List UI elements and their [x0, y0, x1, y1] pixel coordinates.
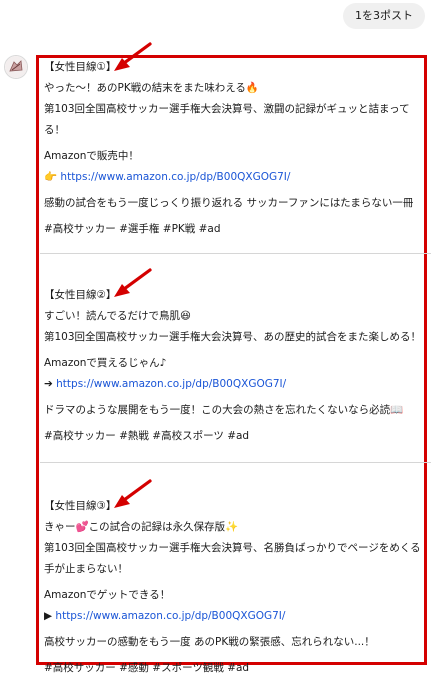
- amazon-link[interactable]: https://www.amazon.co.jp/dp/B00QXGOG7I/: [60, 171, 290, 183]
- user-message-bubble: 1を3ポスト: [343, 3, 425, 29]
- post-link-row: ➔ https://www.amazon.co.jp/dp/B00QXGOG7I…: [44, 374, 429, 395]
- post-hashtags: #高校サッカー #感動 #スポーツ観戦 #ad: [44, 662, 250, 674]
- post-line: きゃー💕この試合の記録は永久保存版✨: [44, 521, 239, 533]
- post-2: 【女性目線②】 すごい！読んでるだけで鳥肌😆 第103回全国高校サッカー選手権大…: [44, 285, 429, 447]
- post-comment: ドラマのような展開をもう一度！この大会の熱さを忘れたくないなら必読📖: [44, 404, 404, 416]
- post-divider: [40, 462, 431, 463]
- post-line: すごい！読んでるだけで鳥肌😆: [44, 310, 191, 322]
- post-line: やった〜！あのPK戦の結末をまた味わえる🔥: [44, 82, 259, 94]
- post-line: 第103回全国高校サッカー選手権大会決算号、あの歴史的試合をまた楽しめる！: [44, 331, 422, 343]
- amazon-link[interactable]: https://www.amazon.co.jp/dp/B00QXGOG7I/: [56, 378, 286, 390]
- annotation-arrow-icon: [114, 268, 152, 297]
- post-link-row: 👉 https://www.amazon.co.jp/dp/B00QXGOG7I…: [44, 167, 429, 188]
- post-heading: 【女性目線③】: [44, 500, 117, 512]
- post-line: 第103回全国高校サッカー選手権大会決算号、名勝負ばっかりでページをめくる: [44, 542, 421, 554]
- post-hashtags: #高校サッカー #熱戦 #高校スポーツ #ad: [44, 430, 250, 442]
- assistant-avatar-icon: [4, 55, 28, 79]
- annotation-arrow-icon: [114, 479, 152, 508]
- post-cta: Amazonで販売中！: [44, 150, 139, 162]
- arrow-right-icon: ➔: [44, 378, 53, 390]
- post-line: 第103回全国高校サッカー選手権大会決算号、激闘の記録がギュッと詰まって: [44, 103, 410, 115]
- post-hashtags: #高校サッカー #選手権 #PK戦 #ad: [44, 223, 221, 235]
- post-comment: 高校サッカーの感動をもう一度 あのPK戦の緊張感、忘れられない...！: [44, 636, 375, 648]
- post-3: 【女性目線③】 きゃー💕この試合の記録は永久保存版✨ 第103回全国高校サッカー…: [44, 496, 429, 679]
- post-line: る！: [44, 124, 65, 136]
- post-comment: 感動の試合をもう一度じっくり振り返れる サッカーファンにはたまらない一冊: [44, 197, 414, 209]
- post-heading: 【女性目線②】: [44, 289, 117, 301]
- post-cta: Amazonでゲットできる！: [44, 589, 171, 601]
- pointing-hand-icon: 👉: [44, 171, 58, 183]
- post-heading: 【女性目線①】: [44, 61, 117, 73]
- post-divider: [40, 253, 431, 254]
- annotation-arrow-icon: [114, 42, 152, 71]
- post-cta: Amazonで買えるじゃん♪: [44, 357, 167, 369]
- post-line: 手が止まらない！: [44, 563, 128, 575]
- user-message-text: 1を3ポスト: [355, 9, 413, 22]
- post-link-row: ▶ https://www.amazon.co.jp/dp/B00QXGOG7I…: [44, 606, 429, 627]
- play-triangle-icon: ▶: [44, 610, 53, 622]
- post-1: 【女性目線①】 やった〜！あのPK戦の結末をまた味わえる🔥 第103回全国高校サ…: [44, 57, 429, 240]
- amazon-link[interactable]: https://www.amazon.co.jp/dp/B00QXGOG7I/: [55, 610, 285, 622]
